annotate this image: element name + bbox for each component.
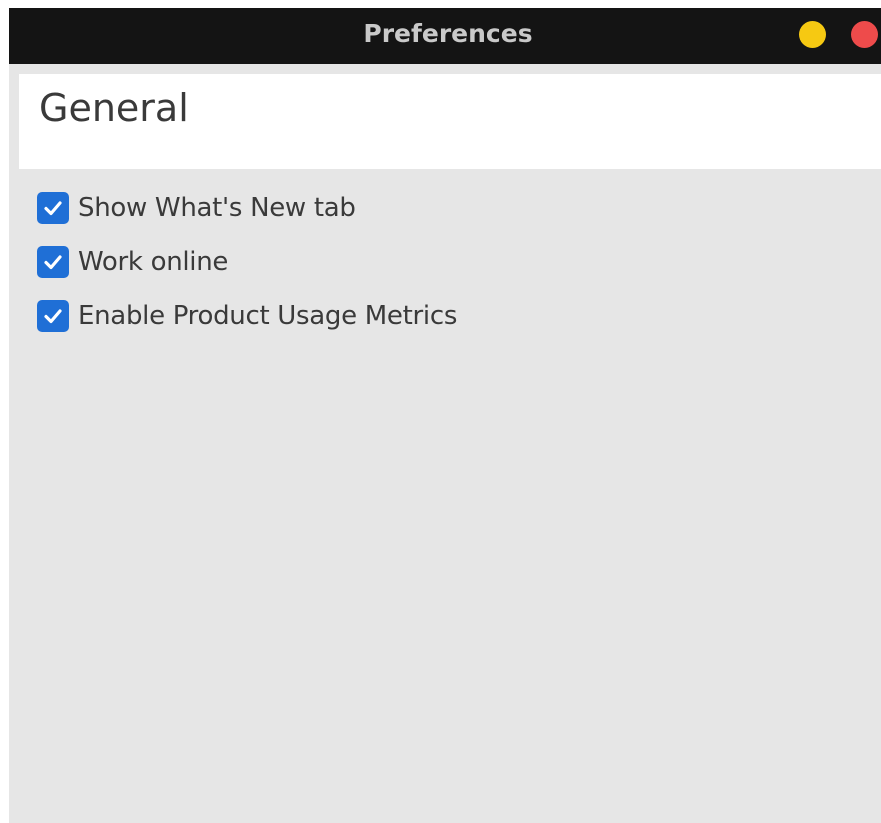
window-title: Preferences: [363, 19, 533, 48]
option-work-online[interactable]: Work online: [37, 244, 457, 280]
checkmark-icon: [44, 255, 62, 270]
section-title: General: [39, 86, 189, 130]
option-usage-metrics[interactable]: Enable Product Usage Metrics: [37, 298, 457, 334]
checkbox-work-online[interactable]: [37, 246, 69, 278]
option-label: Show What's New tab: [78, 193, 356, 223]
minimize-button[interactable]: [799, 21, 826, 48]
checkmark-icon: [44, 309, 62, 324]
section-header: General: [19, 74, 881, 169]
option-show-whats-new[interactable]: Show What's New tab: [37, 190, 457, 226]
checkbox-usage-metrics[interactable]: [37, 300, 69, 332]
checkmark-icon: [44, 201, 62, 216]
option-label: Work online: [78, 247, 229, 277]
close-button[interactable]: [851, 21, 878, 48]
preferences-window: Preferences General Show What's New tab …: [9, 8, 881, 823]
option-label: Enable Product Usage Metrics: [78, 301, 458, 331]
checkbox-show-whats-new[interactable]: [37, 192, 69, 224]
options-list: Show What's New tab Work online Enable P…: [37, 190, 457, 352]
title-bar[interactable]: Preferences: [9, 8, 881, 64]
